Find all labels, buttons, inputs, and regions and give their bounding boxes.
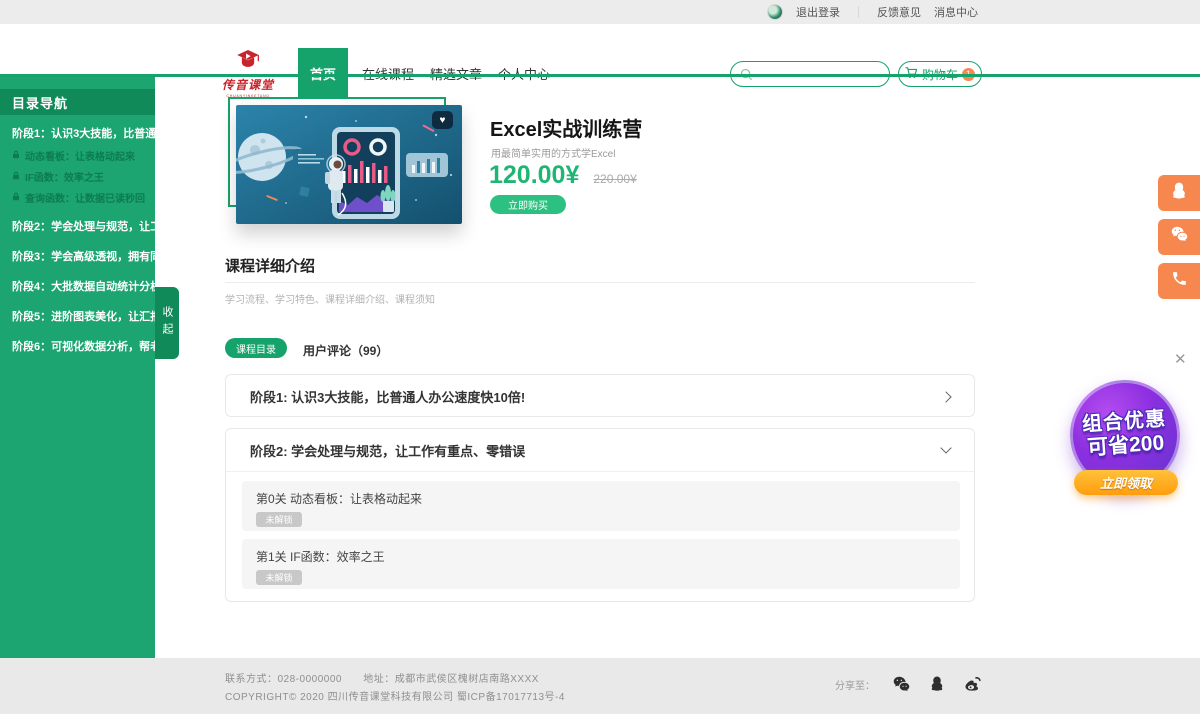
wechat-icon — [1169, 225, 1190, 249]
sidebar-title: 目录导航 — [0, 89, 155, 115]
course-title: Excel实战训练营 — [490, 113, 642, 142]
phone-icon — [1171, 270, 1188, 292]
chevron-right-icon — [180, 222, 188, 230]
accordion-stage2: 阶段2: 学会处理与规范，让工作有重点、零错误 第0关 动态看板：让表格动起来 … — [225, 428, 975, 602]
sidebar-item-stage5[interactable]: 阶段5：进阶图表美化，让汇报一... — [0, 304, 155, 328]
topbar-divider: ｜ — [853, 4, 864, 20]
sidebar-collapse-tab[interactable]: 收起 — [155, 287, 179, 359]
feedback-link[interactable]: 反馈意见 — [877, 4, 921, 20]
detail-section-title: 课程详细介绍 — [225, 255, 315, 276]
header: 传音课堂 CHUANYINKETANG 首页 在线课程 精选文章 个人中心 搜索… — [0, 24, 1200, 74]
sidebar-item-stage2[interactable]: 阶段2：学会处理与规范，让工作... — [0, 214, 155, 238]
footer-copyright: COPYRIGHT© 2020 四川传音课堂科技有限公司 蜀ICP备170177… — [225, 688, 565, 703]
tab-user-reviews[interactable]: 用户评论（99） — [303, 342, 388, 359]
wechat-contact-button[interactable] — [1158, 219, 1200, 255]
course-cover-image[interactable] — [236, 105, 462, 224]
logo-title: 传音课堂 — [222, 76, 274, 93]
lock-status-badge: 未解锁 — [256, 570, 302, 585]
divider — [225, 282, 975, 283]
nav-profile[interactable]: 个人中心 — [496, 48, 552, 98]
nav-home[interactable]: 首页 — [298, 48, 348, 98]
heart-icon: ♥ — [440, 115, 446, 126]
accordion-stage1: 阶段1: 认识3大技能，比普通人办公速度快10倍! — [225, 374, 975, 417]
lock-status-badge: 未解锁 — [256, 512, 302, 527]
user-avatar[interactable] — [767, 4, 783, 20]
share-wechat-button[interactable] — [891, 675, 912, 694]
price-row: 120.00¥ 220.00¥ — [489, 161, 637, 190]
search-icon — [740, 68, 753, 86]
chevron-right-icon — [180, 282, 188, 290]
chevron-down-icon — [175, 129, 183, 137]
sidebar-item-stage6[interactable]: 阶段6：可视化数据分析，帮老板... — [0, 334, 155, 358]
lock-icon — [12, 192, 20, 204]
course-subtitle: 用最简单实用的方式学Excel — [491, 145, 615, 160]
sidebar-item-stage4[interactable]: 阶段4：大批数据自动统计分析，... — [0, 274, 155, 298]
original-price: 220.00¥ — [593, 172, 636, 186]
buy-now-button[interactable]: 立即购买 — [490, 195, 566, 214]
lesson-row-0[interactable]: 第0关 动态看板：让表格动起来 未解锁 — [242, 481, 960, 531]
logout-link[interactable]: 退出登录 — [796, 4, 840, 20]
promo-claim-button[interactable]: 立即领取 — [1074, 470, 1178, 495]
messages-link[interactable]: 消息中心 — [934, 4, 978, 20]
catalog-sidebar: 目录导航 阶段1：认识3大技能，比普通人... 动态看板：让表格动起来 IF函数… — [0, 77, 155, 658]
chevron-down-icon — [940, 442, 951, 453]
footer-address: 地址：成都市武侯区槐树店南路XXXX — [363, 674, 539, 685]
sidebar-lesson-2[interactable]: 查询函数：让数据已读秒回 — [0, 187, 155, 208]
accordion-stage2-header[interactable]: 阶段2: 学会处理与规范，让工作有重点、零错误 — [226, 429, 974, 472]
footer: 联系方式：028-0000000 地址：成都市武侯区槐树店南路XXXX COPY… — [0, 658, 1200, 714]
sidebar-lesson-0[interactable]: 动态看板：让表格动起来 — [0, 145, 155, 166]
favorite-button[interactable]: ♥ — [432, 111, 453, 129]
sidebar-lesson-1[interactable]: IF函数：效率之王 — [0, 166, 155, 187]
share-qq-button[interactable] — [928, 674, 946, 694]
phone-contact-button[interactable] — [1158, 263, 1200, 299]
logo-cap-icon — [235, 50, 261, 75]
tab-course-catalog[interactable]: 课程目录 — [225, 338, 287, 358]
page: 退出登录 ｜ 反馈意见 消息中心 传音课堂 CHUANYINKETANG 首页 … — [0, 0, 1200, 714]
main-nav: 首页 在线课程 精选文章 个人中心 — [298, 48, 564, 98]
lock-icon — [12, 150, 20, 162]
nav-articles[interactable]: 精选文章 — [428, 48, 484, 98]
topbar: 退出登录 ｜ 反馈意见 消息中心 — [0, 0, 1200, 24]
lock-icon — [12, 171, 20, 183]
header-divider — [0, 74, 1200, 77]
sidebar-item-stage1[interactable]: 阶段1：认识3大技能，比普通人... — [0, 121, 155, 145]
qq-contact-button[interactable] — [1158, 175, 1200, 211]
share-weibo-button[interactable] — [962, 674, 984, 694]
chevron-right-icon — [180, 312, 188, 320]
share-label: 分享至： — [835, 677, 875, 692]
detail-summary: 学习流程、学习特色、课程详细介绍、课程须知 — [225, 291, 435, 306]
accordion-stage1-header[interactable]: 阶段1: 认识3大技能，比普通人办公速度快10倍! — [226, 375, 974, 418]
promo-close-button[interactable]: ✕ — [1174, 350, 1187, 368]
chevron-right-icon — [180, 252, 188, 260]
nav-online-courses[interactable]: 在线课程 — [360, 48, 416, 98]
sidebar-item-stage3[interactable]: 阶段3：学会高级透视，拥有同时... — [0, 244, 155, 268]
promo-line2: 可省200 — [1087, 432, 1166, 461]
chevron-right-icon — [940, 391, 951, 402]
qq-icon — [1169, 181, 1189, 206]
footer-contact: 联系方式：028-0000000 — [225, 674, 342, 685]
lesson-row-1[interactable]: 第1关 IF函数：效率之王 未解锁 — [242, 539, 960, 589]
chevron-right-icon — [180, 342, 188, 350]
current-price: 120.00¥ — [489, 161, 579, 190]
